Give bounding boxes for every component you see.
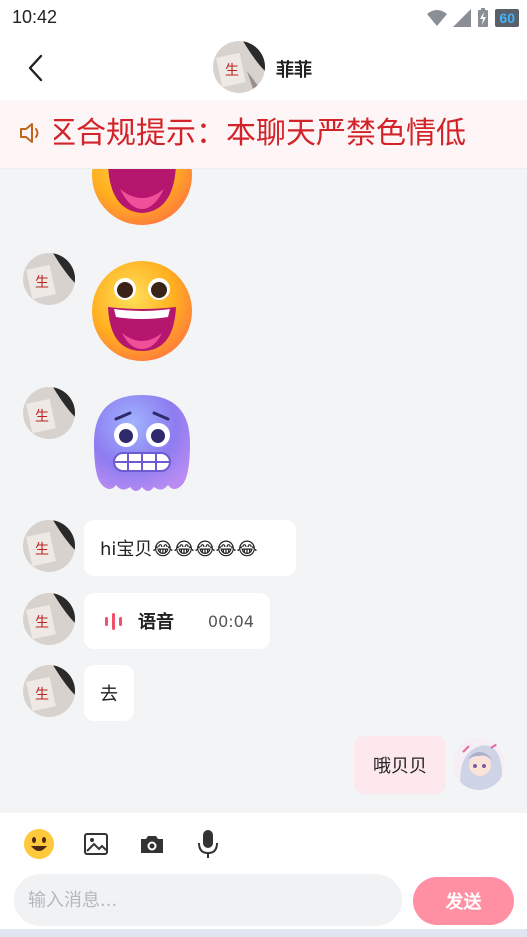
emoji-icon [24, 829, 54, 859]
message-bubble[interactable]: hi宝贝😂😂😂😂😂 [84, 520, 296, 576]
message-text: 哦贝贝 [373, 756, 427, 777]
svg-text:生: 生 [35, 275, 49, 291]
speaker-icon [20, 123, 39, 143]
sender-avatar[interactable]: 生 [23, 387, 75, 439]
status-time: 10:42 [12, 7, 58, 27]
svg-text:生: 生 [35, 615, 49, 631]
chat-header: 生 菲菲 [0, 36, 527, 100]
svg-text:生: 生 [225, 63, 239, 79]
camera-icon [141, 836, 163, 853]
self-avatar[interactable] [453, 738, 505, 790]
microphone-icon [198, 830, 218, 858]
grinning-face-emoji[interactable] [90, 169, 194, 227]
wifi-icon [427, 10, 448, 26]
svg-text:生: 生 [35, 409, 49, 425]
compliance-notice: 区合规提示：本聊天严禁色情低 [0, 100, 527, 169]
svg-text:生: 生 [35, 687, 49, 703]
notice-text: 区合规提示：本聊天严禁色情低 [54, 112, 527, 156]
sender-avatar[interactable]: 生 [23, 665, 75, 717]
message-list[interactable]: 生 生 生 hi宝贝😂😂😂😂😂 生 语音 00:04 生 去 哦贝贝 [0, 169, 527, 813]
send-button[interactable]: 发送 [413, 877, 514, 925]
sender-avatar[interactable]: 生 [23, 520, 75, 572]
contact-name: 菲菲 [276, 60, 312, 81]
back-button[interactable] [20, 50, 52, 86]
message-text: hi宝贝😂😂😂😂😂 [100, 539, 258, 560]
self-message-bubble[interactable]: 哦贝贝 [354, 736, 446, 794]
composer: 发送 [0, 813, 527, 937]
voice-label: 语音 [138, 612, 174, 633]
contact-avatar[interactable]: 生 [213, 41, 265, 93]
camera-button[interactable] [135, 827, 169, 861]
cold-face-emoji[interactable] [90, 393, 194, 497]
sender-avatar[interactable]: 生 [23, 593, 75, 645]
notice-marquee-text: 区合规提示：本聊天严禁色情低 [54, 116, 466, 151]
image-button[interactable] [79, 827, 113, 861]
status-bar: 10:42 60 [0, 0, 527, 36]
chat-screen: 10:42 60 生 菲菲 区合规提示：本聊天严禁色情低 生 生 生 hi宝贝😂… [0, 0, 527, 937]
message-bubble[interactable]: 去 [84, 665, 134, 721]
message-input[interactable] [14, 874, 402, 926]
microphone-button[interactable] [191, 827, 225, 861]
battery-charging-icon [478, 8, 489, 27]
status-icons: 60 [427, 6, 519, 30]
svg-text:生: 生 [35, 542, 49, 558]
voice-waveform-icon [105, 613, 122, 630]
grinning-face-emoji[interactable] [90, 259, 194, 363]
image-icon [84, 833, 108, 855]
message-text: 去 [100, 684, 118, 705]
sender-avatar[interactable]: 生 [23, 253, 75, 305]
signal-icon [453, 9, 472, 27]
emoji-button[interactable] [22, 827, 56, 861]
battery-level: 60 [495, 9, 519, 27]
voice-message-bubble[interactable]: 语音 00:04 [84, 593, 270, 649]
bottom-edge [0, 929, 527, 937]
voice-duration: 00:04 [207, 611, 254, 631]
chevron-left-icon [28, 54, 43, 82]
